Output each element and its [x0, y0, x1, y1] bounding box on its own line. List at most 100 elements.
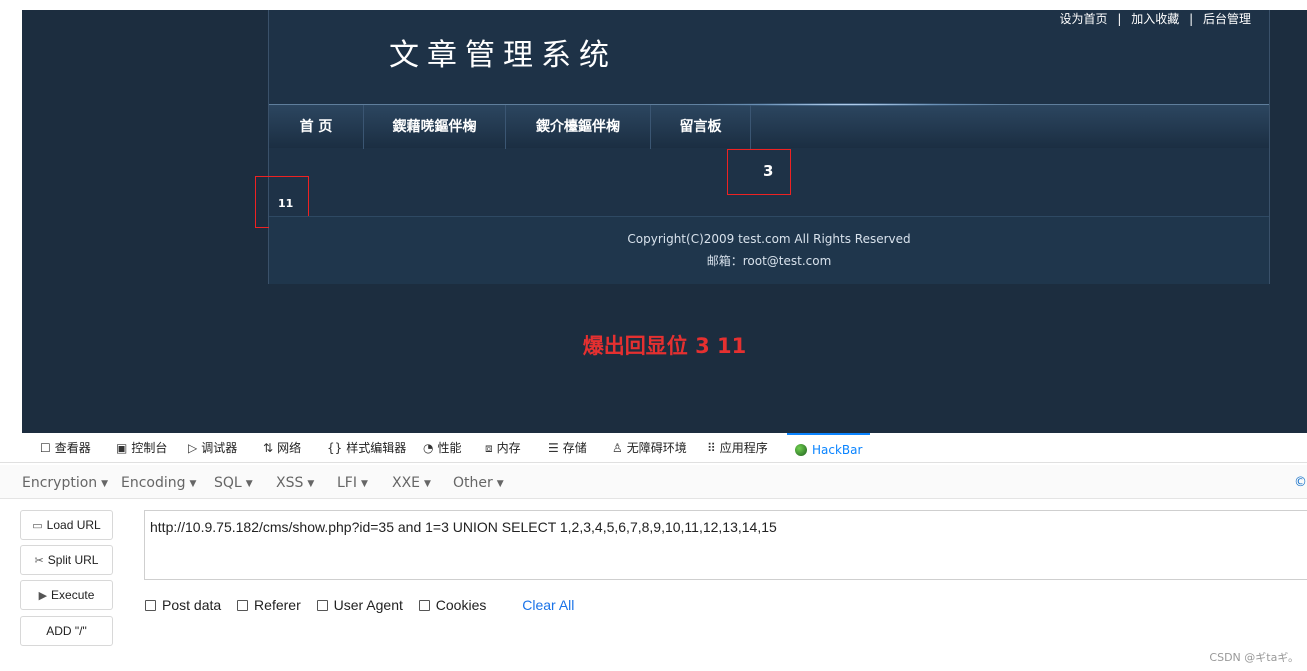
tab-label: 调试器: [201, 441, 238, 455]
main-nav: 首 页 鍥藉唴鏂伴椈 鍥介檯鏂伴椈 留言板: [269, 103, 1269, 149]
caret-down-icon: ▼: [360, 479, 368, 489]
button-label: Execute: [51, 588, 95, 602]
tab-label: HackBar: [812, 443, 863, 457]
option-label: Cookies: [435, 597, 487, 613]
menu-label: Encoding: [121, 475, 186, 491]
menu-sql[interactable]: SQL ▼: [214, 465, 253, 499]
footer-email: 邮箱：root@test.com: [706, 254, 832, 268]
application-icon: ⠿: [707, 441, 716, 455]
link-separator: |: [1117, 12, 1122, 26]
nav-domestic-news[interactable]: 鍥藉唴鏂伴椈: [364, 105, 506, 149]
webpage-viewport: 设为首页 | 加入收藏 | 后台管理 文章管理系统 首 页 鍥藉唴鏂伴椈 鍥介檯…: [22, 10, 1307, 433]
annotation-text: 爆出回显位 3 11: [582, 334, 747, 358]
option-label: Referer: [254, 597, 301, 613]
request-options: Post data Referer User Agent Cookies Cle…: [145, 597, 574, 617]
caret-down-icon: ▼: [189, 479, 197, 489]
set-homepage-link[interactable]: 设为首页: [1060, 12, 1108, 26]
tab-application[interactable]: ⠿ 应用程序: [707, 433, 768, 463]
tab-hackbar[interactable]: HackBar: [787, 433, 871, 463]
option-label: Post data: [162, 597, 222, 613]
tab-label: 控制台: [131, 441, 168, 455]
add-favorite-link[interactable]: 加入收藏: [1131, 12, 1179, 26]
menu-label: Other: [453, 475, 493, 491]
play-icon: ▶: [38, 590, 48, 602]
accessibility-icon: ♙: [612, 441, 623, 455]
load-url-icon: ▭: [32, 520, 43, 532]
top-links: 设为首页 | 加入收藏 | 后台管理: [1060, 10, 1251, 27]
menu-lfi[interactable]: LFI ▼: [337, 465, 368, 499]
menu-encoding[interactable]: Encoding ▼: [121, 465, 196, 499]
button-label: Split URL: [47, 553, 99, 567]
load-url-button[interactable]: ▭ Load URL: [20, 510, 113, 540]
menu-label: LFI: [337, 475, 357, 491]
network-icon: ⇅: [263, 441, 274, 455]
cookies-option[interactable]: Cookies: [418, 597, 487, 613]
split-url-button[interactable]: ✂ Split URL: [20, 545, 113, 575]
echo-value-3: 3: [763, 162, 774, 180]
option-label: User Agent: [333, 597, 403, 613]
tab-style-editor[interactable]: {} 样式编辑器: [327, 433, 406, 463]
site-container: 设为首页 | 加入收藏 | 后台管理 文章管理系统 首 页 鍥藉唴鏂伴椈 鍥介檯…: [255, 10, 1270, 284]
tab-accessibility[interactable]: ♙ 无障碍环境: [612, 433, 687, 463]
checkbox[interactable]: [316, 600, 328, 611]
inspector-icon: ☐: [40, 441, 51, 455]
execute-button[interactable]: ▶ Execute: [20, 580, 113, 610]
menu-encryption[interactable]: Encryption ▼: [22, 465, 108, 499]
url-textarea[interactable]: http://10.9.75.182/cms/show.php?id=35 an…: [144, 510, 1307, 580]
post-data-option[interactable]: Post data: [145, 597, 221, 613]
caret-down-icon: ▼: [496, 479, 504, 489]
caret-down-icon: ▼: [245, 479, 253, 489]
style-editor-icon: {}: [327, 441, 343, 455]
hackbar-menu: Encryption ▼ Encoding ▼ SQL ▼ XSS ▼ LFI ▼ XXE…: [0, 465, 1307, 499]
tab-memory[interactable]: ⧈ 内存: [485, 433, 521, 463]
debugger-icon: ▷: [188, 441, 198, 455]
caret-down-icon: ▼: [307, 479, 315, 489]
hackbar-icon: [795, 444, 807, 456]
tab-inspector[interactable]: ☐ 查看器: [40, 433, 91, 463]
tab-label: 样式编辑器: [346, 441, 407, 455]
menu-other[interactable]: Other ▼: [453, 465, 504, 499]
performance-icon: ◔: [423, 441, 434, 455]
checkbox[interactable]: [418, 600, 430, 611]
menu-label: XSS: [276, 475, 304, 491]
tab-console[interactable]: ▣ 控制台: [116, 433, 167, 463]
nav-guestbook[interactable]: 留言板: [651, 105, 751, 149]
menu-label: Encryption: [22, 475, 98, 491]
memory-icon: ⧈: [485, 441, 493, 455]
add-slash-button[interactable]: ADD "/": [20, 616, 113, 646]
tab-label: 网络: [277, 441, 302, 455]
tab-label: 无障碍环境: [626, 441, 687, 455]
tab-label: 存储: [562, 441, 587, 455]
nav-international-news[interactable]: 鍥介檯鏂伴椈: [506, 105, 651, 149]
checkbox[interactable]: [237, 600, 249, 611]
highlight-box-3: [727, 149, 791, 195]
watermark: CSDN @ギtaギ。: [1209, 651, 1299, 664]
site-footer: Copyright(C)2009 test.com All Rights Res…: [269, 216, 1269, 284]
checkbox[interactable]: [145, 600, 156, 611]
button-label: ADD "/": [46, 624, 87, 638]
caret-down-icon: ▼: [101, 479, 109, 489]
clear-all-link[interactable]: Clear All: [522, 597, 574, 613]
tab-performance[interactable]: ◔ 性能: [423, 433, 462, 463]
menu-xss[interactable]: XSS ▼: [276, 465, 314, 499]
hackbar-logo[interactable]: ©: [1294, 465, 1307, 501]
tab-storage[interactable]: ☰ 存储: [548, 433, 587, 463]
button-label: Load URL: [46, 518, 101, 532]
user-agent-option[interactable]: User Agent: [316, 597, 403, 613]
tab-label: 应用程序: [719, 441, 768, 455]
tab-label: 查看器: [54, 441, 91, 455]
tab-debugger[interactable]: ▷ 调试器: [188, 433, 237, 463]
storage-icon: ☰: [548, 441, 559, 455]
admin-link[interactable]: 后台管理: [1203, 12, 1251, 26]
site-logo-title[interactable]: 文章管理系统: [389, 30, 617, 74]
nav-home[interactable]: 首 页: [269, 105, 364, 149]
referer-option[interactable]: Referer: [237, 597, 301, 613]
menu-xxe[interactable]: XXE ▼: [392, 465, 431, 499]
tab-label: 性能: [437, 441, 462, 455]
footer-copyright: Copyright(C)2009 test.com All Rights Res…: [627, 232, 911, 246]
link-separator: |: [1189, 12, 1194, 26]
echo-value-11: 11: [278, 197, 294, 210]
scissors-icon: ✂: [34, 555, 44, 567]
menu-label: XXE: [392, 475, 421, 491]
tab-network[interactable]: ⇅ 网络: [263, 433, 301, 463]
